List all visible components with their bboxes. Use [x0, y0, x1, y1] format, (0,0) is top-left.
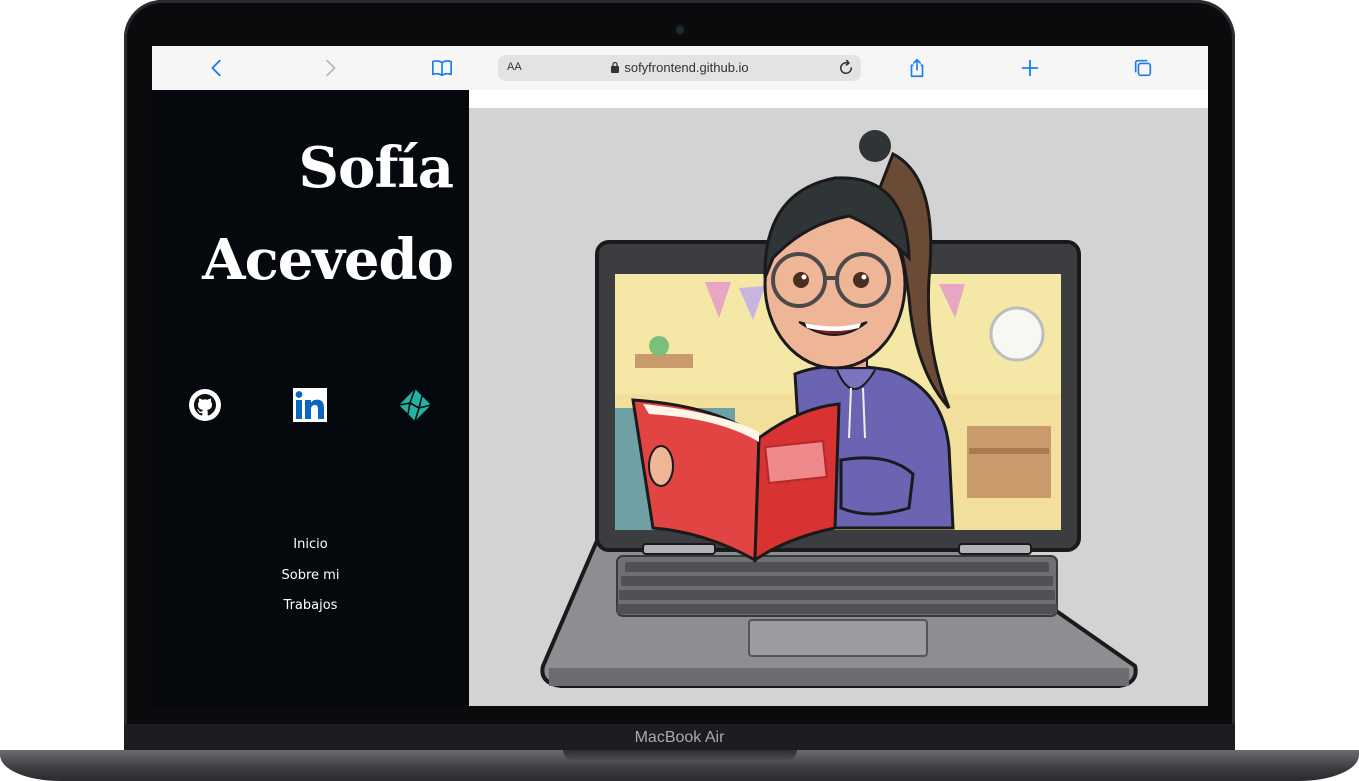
camera-icon — [676, 26, 684, 34]
hero-illustration — [469, 108, 1208, 706]
reload-icon[interactable] — [837, 59, 855, 77]
sidebar: Sofía Acevedo Inicio Sobre mi Trabajos — [152, 90, 469, 706]
tabs-button[interactable] — [1128, 53, 1158, 83]
plus-icon — [1021, 59, 1039, 77]
site-nav: Inicio Sobre mi Trabajos — [152, 530, 469, 622]
bookmarks-button[interactable] — [427, 53, 457, 83]
nav-sobre-mi[interactable]: Sobre mi — [152, 561, 469, 592]
nav-inicio[interactable]: Inicio — [152, 530, 469, 561]
name-last: Acevedo — [202, 227, 454, 293]
github-link[interactable] — [188, 388, 222, 422]
back-button[interactable] — [202, 53, 232, 83]
netlify-link[interactable] — [398, 388, 432, 422]
tabs-icon — [1134, 59, 1152, 77]
laptop-base: MacBook Air — [0, 724, 1359, 781]
profile-name: Sofía Acevedo — [202, 122, 454, 306]
netlify-icon — [398, 388, 432, 422]
chevron-right-icon — [326, 59, 336, 77]
forward-button[interactable] — [315, 53, 345, 83]
nav-trabajos[interactable]: Trabajos — [152, 591, 469, 622]
new-tab-button[interactable] — [1015, 53, 1045, 83]
chevron-left-icon — [211, 59, 221, 77]
address-bar[interactable]: AA sofyfrontend.github.io — [498, 55, 861, 81]
hero-top-strip — [469, 90, 1208, 108]
name-first: Sofía — [298, 135, 454, 201]
url-text: sofyfrontend.github.io — [624, 60, 749, 75]
linkedin-icon — [293, 388, 327, 422]
share-button[interactable] — [902, 53, 932, 83]
linkedin-link[interactable] — [293, 388, 327, 422]
avatar-laptop-illustration — [540, 130, 1138, 688]
lock-icon — [611, 61, 620, 73]
base-notch — [563, 750, 797, 760]
url-display: sofyfrontend.github.io — [498, 60, 861, 75]
browser-toolbar: AA sofyfrontend.github.io — [152, 46, 1208, 91]
github-icon — [189, 389, 221, 421]
device-model-label: MacBook Air — [634, 729, 725, 746]
screen: AA sofyfrontend.github.io Sofía Acevedo — [152, 46, 1208, 706]
share-icon — [910, 58, 924, 78]
book-icon — [432, 60, 452, 77]
